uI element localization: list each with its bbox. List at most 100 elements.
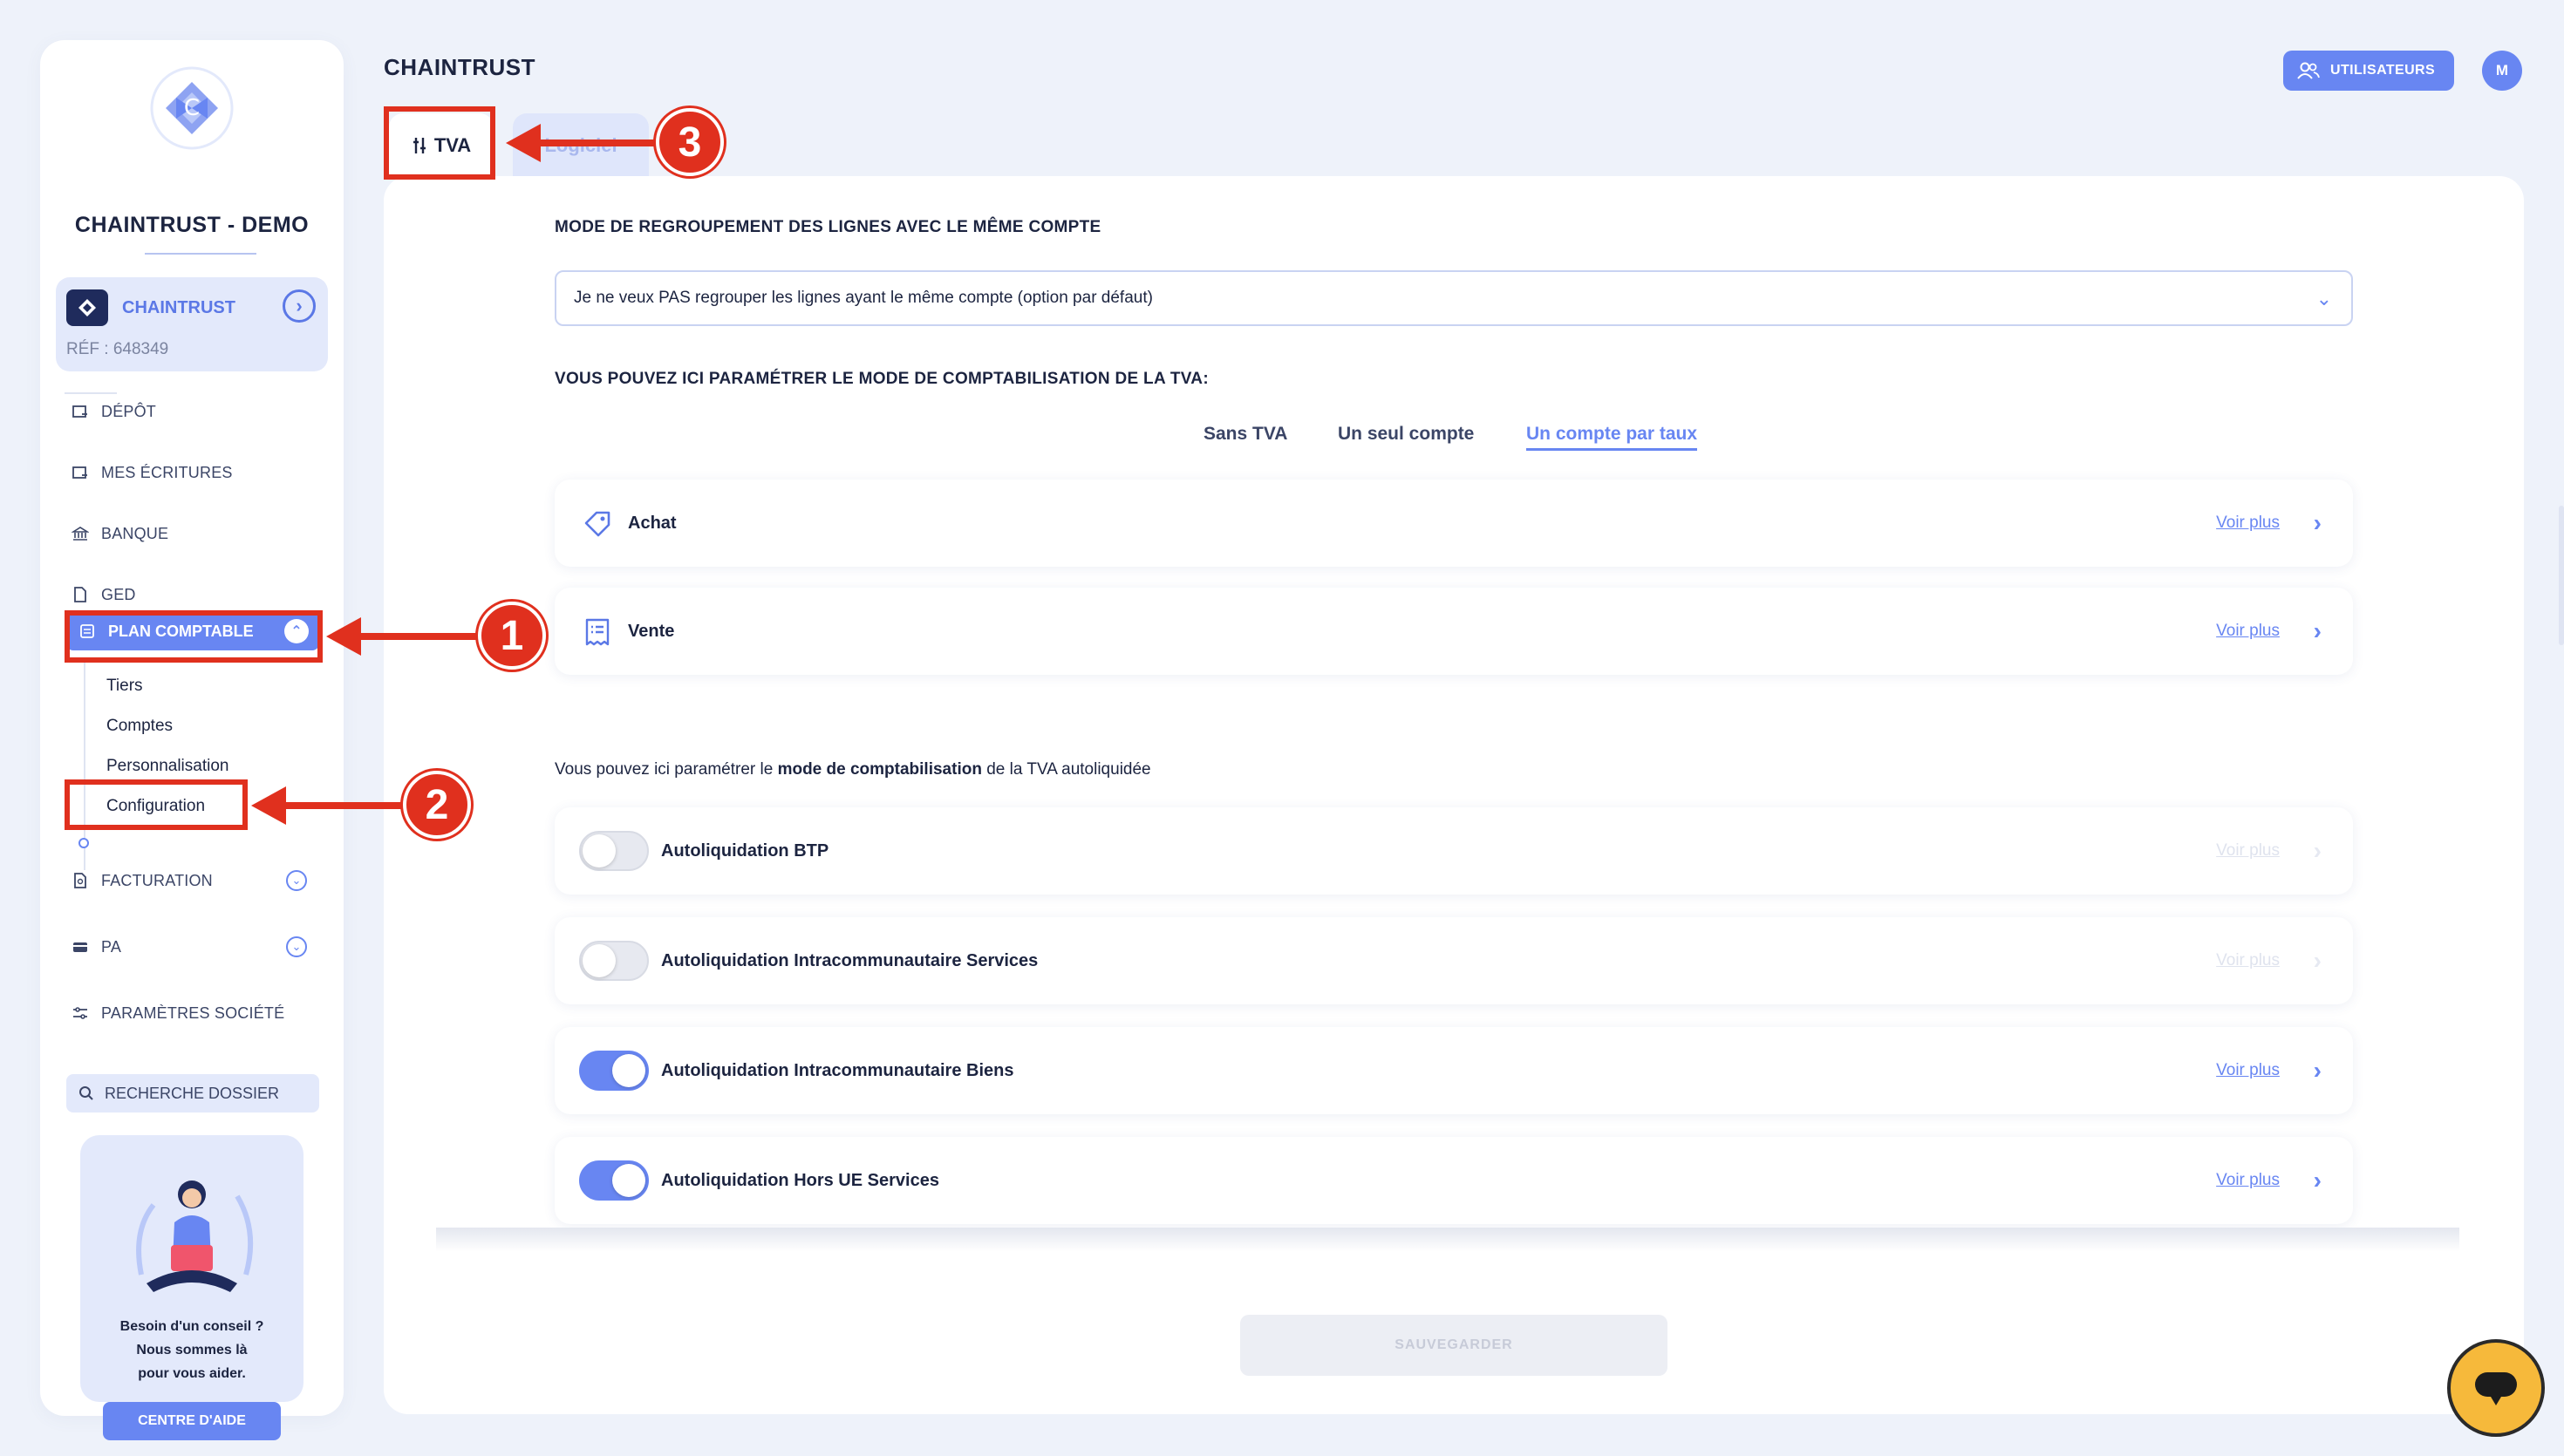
svg-text:C: C [184, 95, 200, 121]
group-mode-value: Je ne veux PAS regrouper les lignes ayan… [574, 289, 1153, 307]
arrow-line [283, 802, 412, 809]
active-dot [78, 838, 89, 848]
chat-icon [2475, 1372, 2517, 1405]
arrow-line [358, 633, 488, 640]
toggle-switch[interactable] [579, 1051, 649, 1091]
help-illustration [136, 1180, 254, 1292]
chevron-down-icon[interactable]: ⌄ [286, 936, 307, 957]
users-icon [2297, 62, 2320, 79]
help-center-button[interactable]: CENTRE D'AIDE [103, 1402, 281, 1440]
nav-item-ged[interactable]: GED [72, 577, 136, 612]
nav-label: MES ÉCRITURES [101, 463, 233, 481]
nav-item-banque[interactable]: BANQUE [72, 516, 168, 551]
chevron-right-icon[interactable]: › [2314, 1057, 2322, 1085]
voir-plus-link: Voir plus [2216, 951, 2280, 970]
row-label: Autoliquidation Intracommunautaire Biens [661, 1060, 1014, 1080]
company-logo: C [150, 66, 234, 150]
nav-label: PARAMÈTRES SOCIÉTÉ [101, 1004, 285, 1022]
row-autoliquidation-hors-ue-services[interactable]: Autoliquidation Hors UE Services Voir pl… [555, 1137, 2353, 1224]
nav-label: BANQUE [101, 524, 169, 542]
toggle-switch[interactable] [579, 831, 649, 871]
mode-tab-un-seul-compte[interactable]: Un seul compte [1338, 424, 1474, 445]
callout-badge: 1 [478, 602, 546, 670]
reverse-charge-intro: Vous pouvez ici paramétrer le mode de co… [555, 760, 1151, 779]
users-button[interactable]: UTILISATEURS [2283, 51, 2454, 91]
voir-plus-link: Voir plus [2216, 841, 2280, 860]
help-text: Besoin d'un conseil ? Nous sommes là pou… [80, 1315, 303, 1385]
voir-plus-link[interactable]: Voir plus [2216, 1061, 2280, 1080]
users-button-label: UTILISATEURS [2330, 63, 2436, 78]
row-label: Autoliquidation Intracommunautaire Servi… [661, 950, 1039, 970]
nav-label: GED [101, 585, 136, 603]
voir-plus-link[interactable]: Voir plus [2216, 622, 2280, 641]
document-icon [74, 587, 86, 602]
subnav-item-tiers[interactable]: Tiers [106, 677, 143, 696]
tva-mode-label: VOUS POUVEZ ICI PARAMÉTRER LE MODE DE CO… [555, 370, 1209, 388]
nav-item-depot[interactable]: DÉPÔT [72, 394, 156, 429]
row-autoliquidation-btp: Autoliquidation BTP Voir plus › [555, 807, 2353, 895]
nav-label: FACTURATION [101, 871, 213, 889]
scrollbar[interactable] [2559, 506, 2564, 645]
highlight-box-plan-comptable [65, 610, 323, 663]
search-icon [79, 1086, 93, 1100]
save-button[interactable]: SAUVEGARDER [1240, 1315, 1667, 1376]
reverse-text-bold: mode de comptabilisation [777, 760, 982, 779]
group-mode-select[interactable]: Je ne veux PAS regrouper les lignes ayan… [555, 270, 2353, 326]
search-dossier[interactable]: RECHERCHE DOSSIER [66, 1074, 319, 1112]
toggle-switch[interactable] [579, 1160, 649, 1201]
nav-label: PA [101, 937, 122, 956]
upload-icon [72, 405, 87, 418]
tag-icon [584, 511, 610, 537]
arrow-head [326, 617, 361, 656]
avatar[interactable]: M [2482, 51, 2522, 91]
chevron-down-icon: ⌄ [2315, 288, 2332, 310]
mode-tab-un-compte-par-taux[interactable]: Un compte par taux [1526, 424, 1698, 451]
nav-item-facturation[interactable]: FACTURATION [72, 863, 213, 898]
client-card[interactable]: CHAINTRUST › RÉF : 648349 [56, 277, 328, 371]
toggle-switch[interactable] [579, 941, 649, 981]
voir-plus-link[interactable]: Voir plus [2216, 514, 2280, 533]
client-ref: RÉF : 648349 [66, 340, 169, 358]
callout-badge: 3 [656, 108, 724, 176]
toggle-knob [583, 834, 616, 867]
client-name: CHAINTRUST [122, 298, 235, 317]
arrow-head [251, 786, 286, 825]
highlight-box-tva-tab [384, 106, 495, 180]
mode-tab-sans-tva[interactable]: Sans TVA [1204, 424, 1287, 445]
invoice-icon [74, 873, 86, 888]
row-autoliquidation-intra-biens[interactable]: Autoliquidation Intracommunautaire Biens… [555, 1027, 2353, 1114]
voir-plus-link[interactable]: Voir plus [2216, 1171, 2280, 1190]
page-title: CHAINTRUST [384, 54, 535, 80]
row-vente[interactable]: Vente Voir plus › [555, 588, 2353, 675]
subnav-item-comptes[interactable]: Comptes [106, 717, 173, 736]
company-name: CHAINTRUST - DEMO [74, 213, 310, 237]
chat-button[interactable] [2447, 1339, 2545, 1437]
subnav-item-personnalisation[interactable]: Personnalisation [106, 757, 228, 776]
nav-item-parametres-societe[interactable]: PARAMÈTRES SOCIÉTÉ [72, 996, 284, 1031]
chevron-right-icon[interactable]: › [283, 289, 316, 323]
nav-item-mes-ecritures[interactable]: MES ÉCRITURES [72, 455, 233, 490]
chevron-down-icon[interactable]: ⌄ [286, 870, 307, 891]
chevron-right-icon: › [2313, 837, 2322, 864]
chevron-right-icon: › [2313, 947, 2322, 974]
row-label: Autoliquidation BTP [661, 840, 829, 861]
client-logo-icon [66, 289, 108, 326]
reverse-text-before: Vous pouvez ici paramétrer le [555, 760, 778, 779]
toggle-knob [612, 1054, 645, 1087]
toggle-knob [612, 1164, 645, 1197]
toggle-knob [583, 944, 616, 977]
entries-icon [72, 466, 87, 479]
highlight-box-configuration [65, 779, 248, 830]
chevron-right-icon[interactable]: › [2314, 1167, 2322, 1194]
row-label: Achat [628, 513, 677, 533]
arrow-line [537, 139, 668, 146]
chevron-right-icon[interactable]: › [2314, 617, 2322, 645]
chevron-right-icon[interactable]: › [2314, 509, 2322, 537]
card-icon [73, 942, 87, 952]
sidebar: C CHAINTRUST - DEMO CHAINTRUST › RÉF : 6… [40, 40, 344, 1440]
help-card: Besoin d'un conseil ? Nous sommes là pou… [80, 1135, 303, 1440]
row-achat[interactable]: Achat Voir plus › [555, 480, 2353, 567]
nav-item-pa[interactable]: PA [72, 929, 121, 964]
group-mode-label: MODE DE REGROUPEMENT DES LIGNES AVEC LE … [555, 218, 1101, 236]
reverse-text-after: de la TVA autoliquidée [981, 760, 1151, 779]
